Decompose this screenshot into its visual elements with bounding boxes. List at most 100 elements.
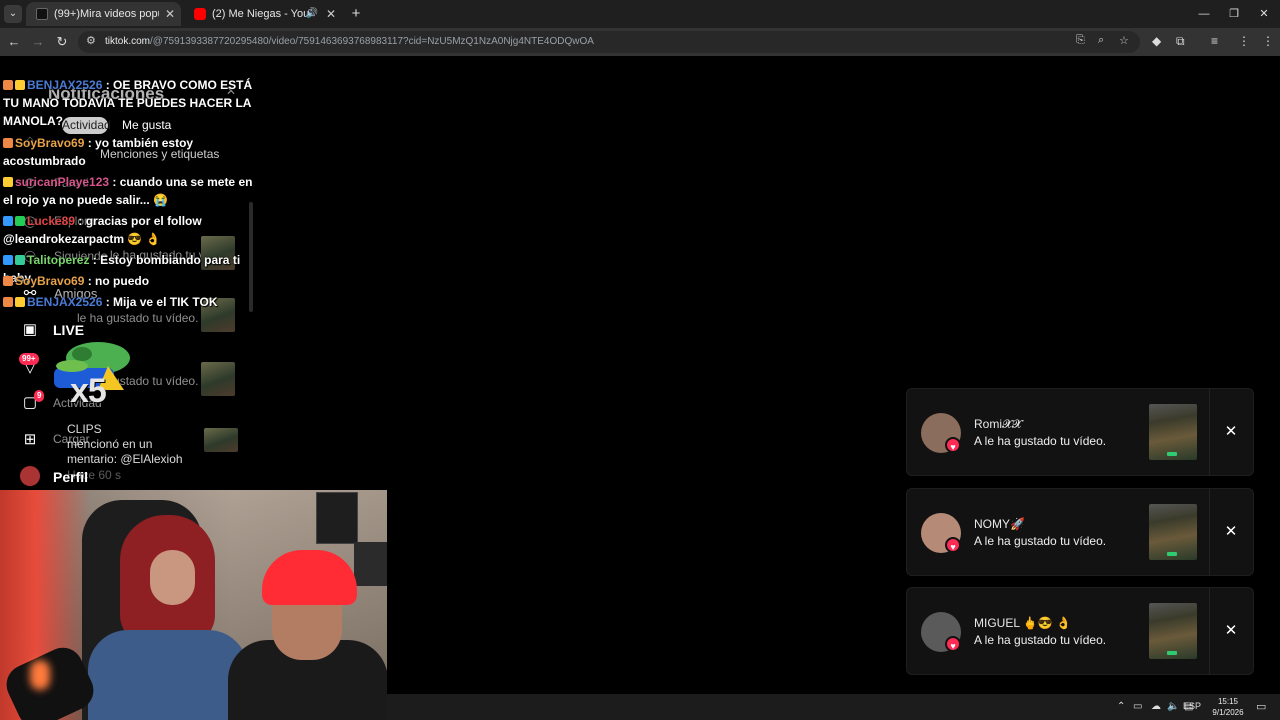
language-indicator[interactable]: ESP: [1183, 701, 1201, 711]
media-control-icon[interactable]: ≡: [1211, 34, 1218, 48]
chat-message: SoyBravo69 : yo también estoy acostumbra…: [3, 134, 265, 170]
extension-diamond-icon[interactable]: ◆: [1152, 34, 1161, 48]
chat-text: : Mija ve el TIK TOK: [102, 295, 218, 309]
back-button[interactable]: ←: [4, 32, 24, 52]
speaker-icon[interactable]: 🔊: [306, 2, 318, 26]
forward-button[interactable]: →: [28, 32, 48, 52]
screen: ⌄ (99+)Mira videos populares sobre ✕ (2)…: [0, 0, 1280, 720]
activity-text: mentario: @ElAlexioh: [67, 452, 183, 466]
windows-taskbar: ⌃ ▭ ☁ 🔈 ▤ ESP 15:15 9/1/2026 ▭: [387, 694, 1280, 720]
menu-kebab-icon[interactable]: ⋮: [1262, 34, 1274, 48]
chat-username: SoyBravo69: [15, 136, 85, 150]
tab-close-icon[interactable]: ✕: [165, 2, 175, 26]
badge-icon: [3, 216, 13, 226]
crown-icon: [3, 177, 13, 187]
tab-strip: ⌄ (99+)Mira videos populares sobre ✕ (2)…: [0, 0, 1280, 28]
heart-icon: ♥: [945, 537, 961, 553]
activity-text: CLIPS: [67, 422, 102, 436]
tab-title: (99+)Mira videos populares sobre: [54, 8, 159, 21]
notification-username: NOMY🚀: [974, 517, 1025, 531]
messages-badge: 9: [34, 390, 45, 402]
clock-date: 9/1/2026: [1212, 708, 1244, 717]
wall-poster: [316, 492, 358, 544]
notification-message: A le ha gustado tu vídeo.: [974, 434, 1107, 448]
zoom-icon[interactable]: ⌕: [1098, 34, 1104, 47]
notification-message: A le ha gustado tu vídeo.: [974, 534, 1107, 548]
volume-icon[interactable]: 🔈: [1167, 701, 1179, 712]
clock-time: 15:15: [1217, 697, 1239, 706]
webcam-video: [0, 490, 387, 720]
badge-icon: [3, 138, 13, 148]
tab-youtube[interactable]: (2) Me Niegas - YouTube 🔊 ✕: [184, 2, 342, 26]
url-text: tiktok.com/@7591393387720295480/video/75…: [105, 36, 594, 47]
heart-icon: ♥: [945, 636, 961, 652]
chat-text: : no puedo: [84, 274, 150, 288]
site-info-icon[interactable]: ⚙: [86, 34, 96, 47]
tab-search-chevron-icon[interactable]: ⌄: [4, 5, 22, 23]
extensions-puzzle-icon[interactable]: ⧉: [1176, 34, 1185, 49]
badge-icon: [3, 80, 13, 90]
system-clock[interactable]: 15:15 9/1/2026: [1205, 696, 1251, 718]
profile-icon[interactable]: ⋮: [1238, 34, 1250, 48]
profile-avatar[interactable]: [20, 466, 40, 486]
badge-icon: [15, 255, 25, 265]
video-thumbnail[interactable]: [1149, 404, 1197, 460]
activity-thumbnail[interactable]: [204, 428, 238, 452]
youtube-favicon-icon: [194, 8, 206, 21]
check-icon: [15, 216, 25, 226]
chat-username: BENJAX2526: [27, 78, 103, 92]
chat-message: Lucke89 : gracias por el follow @leandro…: [3, 212, 265, 248]
chat-username: Lucke89: [27, 214, 76, 228]
bookmark-star-icon[interactable]: ☆: [1119, 34, 1129, 47]
notification-toast[interactable]: ♥ Romi𝓧𝓧 A le ha gustado tu vídeo. ✕: [906, 388, 1254, 476]
chat-message: SoyBravo69 : no puedo: [3, 272, 265, 290]
activity-text: Hace 60 s: [67, 468, 122, 482]
tab-tiktok[interactable]: (99+)Mira videos populares sobre ✕: [26, 2, 181, 26]
badge-icon: [3, 255, 13, 265]
video-thumbnail[interactable]: [1149, 504, 1197, 560]
badge-icon: [3, 276, 13, 286]
chevron-up-icon[interactable]: ⌃: [1117, 701, 1125, 712]
upload-icon[interactable]: ⊞: [20, 430, 40, 450]
wall-poster: [354, 542, 387, 586]
badge-icon: [3, 297, 13, 307]
notification-center-icon[interactable]: ▭: [1256, 700, 1266, 713]
network-icon[interactable]: ▭: [1133, 701, 1142, 712]
emote-multiplier: x5: [70, 372, 107, 410]
chat-message: BENJAX2526 : Mija ve el TIK TOK: [3, 293, 265, 311]
activity-text: le ha gustado tu vídeo.: [77, 311, 199, 325]
notification-message: A le ha gustado tu vídeo.: [974, 633, 1107, 647]
notification-toast[interactable]: ♥ NOMY🚀 A le ha gustado tu vídeo. ✕: [906, 488, 1254, 576]
new-tab-button[interactable]: +: [346, 4, 366, 24]
chat-message: BENJAX2526 : OE BRAVO COMO ESTÁ TU MANO …: [3, 76, 265, 130]
tab-title: (2) Me Niegas - YouTube: [212, 8, 312, 21]
chat-username: Talitoperez: [27, 253, 90, 267]
close-icon[interactable]: ✕: [1219, 420, 1243, 444]
live-icon[interactable]: ▣: [20, 320, 40, 340]
minimize-button[interactable]: —: [1188, 0, 1220, 28]
heart-icon: ♥: [945, 437, 961, 453]
close-icon[interactable]: ✕: [1219, 520, 1243, 544]
restore-button[interactable]: ❐: [1218, 0, 1250, 28]
chat-username: BENJAX2526: [27, 295, 103, 309]
activity-text: mencionó en un: [67, 437, 153, 451]
browser-toolbar: ← → ↻ ⚙ tiktok.com/@7591393387720295480/…: [0, 28, 1280, 56]
crown-icon: [15, 297, 25, 307]
notification-username: Romi𝓧𝓧: [974, 417, 1022, 431]
activity-thumbnail[interactable]: [201, 362, 235, 396]
install-app-icon[interactable]: ⎘: [1076, 34, 1085, 47]
crown-icon: [15, 80, 25, 90]
notification-toast[interactable]: ♥ MIGUEL 🖕😎 👌 A le ha gustado tu vídeo. …: [906, 587, 1254, 675]
video-thumbnail[interactable]: [1149, 603, 1197, 659]
chat-username: SoyBravo69: [15, 274, 85, 288]
close-window-button[interactable]: ✕: [1248, 0, 1280, 28]
notification-username: MIGUEL 🖕😎 👌: [974, 616, 1072, 630]
cloud-icon[interactable]: ☁: [1151, 701, 1161, 712]
tiktok-favicon-icon: [36, 8, 48, 21]
tab-close-icon[interactable]: ✕: [326, 2, 336, 26]
chat-username: suricanPlaye123: [15, 175, 110, 189]
address-bar[interactable]: ⚙ tiktok.com/@7591393387720295480/video/…: [78, 31, 1140, 53]
close-icon[interactable]: ✕: [1219, 619, 1243, 643]
chat-message: suricanPlaye123 : cuando una se mete en …: [3, 173, 265, 209]
reload-button[interactable]: ↻: [52, 32, 72, 52]
